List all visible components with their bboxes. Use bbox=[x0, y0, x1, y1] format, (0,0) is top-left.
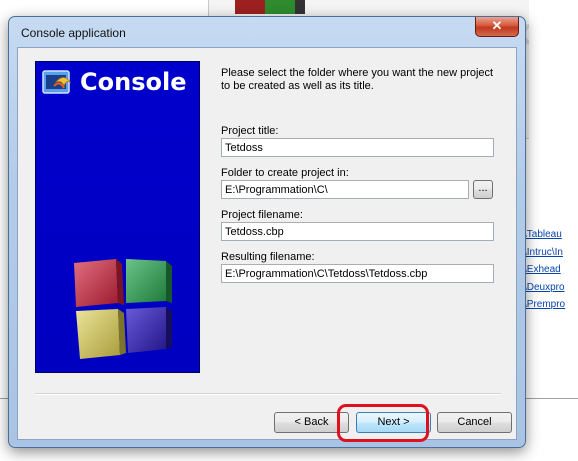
project-filename-input[interactable]: Tetdoss.cbp bbox=[221, 222, 494, 241]
resulting-filename-field: E:\Programmation\C\Tetdoss\Tetdoss.cbp bbox=[221, 264, 494, 283]
project-filename-label: Project filename: bbox=[221, 209, 303, 221]
next-button-highlight-annotation bbox=[337, 404, 429, 442]
dialog-title: Console application bbox=[21, 26, 126, 40]
codeblocks-cube-logo bbox=[74, 259, 172, 359]
banner-title: Console bbox=[80, 68, 187, 96]
buttons-separator bbox=[35, 393, 501, 395]
background-block-green bbox=[265, 0, 295, 14]
project-title-input[interactable]: Tetdoss bbox=[221, 138, 494, 157]
resulting-filename-label: Resulting filename: bbox=[221, 251, 315, 263]
browse-folder-button[interactable]: ... bbox=[473, 180, 493, 199]
folder-label: Folder to create project in: bbox=[221, 167, 349, 179]
close-button[interactable]: ✕ bbox=[475, 17, 519, 37]
close-icon: ✕ bbox=[491, 18, 503, 33]
intro-text: Please select the folder where you want … bbox=[221, 67, 494, 92]
console-application-dialog: Console application ✕ Console Please sel… bbox=[8, 16, 526, 448]
console-app-icon bbox=[42, 70, 72, 94]
background-block-red bbox=[235, 0, 265, 14]
cancel-button[interactable]: Cancel bbox=[437, 412, 512, 433]
folder-input[interactable]: E:\Programmation\C\ bbox=[221, 180, 469, 199]
project-title-label: Project title: bbox=[221, 125, 279, 137]
wizard-banner: Console bbox=[35, 61, 200, 373]
dialog-client-area: Console Please select the folder where y… bbox=[17, 47, 517, 440]
background-block-dark bbox=[295, 0, 305, 14]
